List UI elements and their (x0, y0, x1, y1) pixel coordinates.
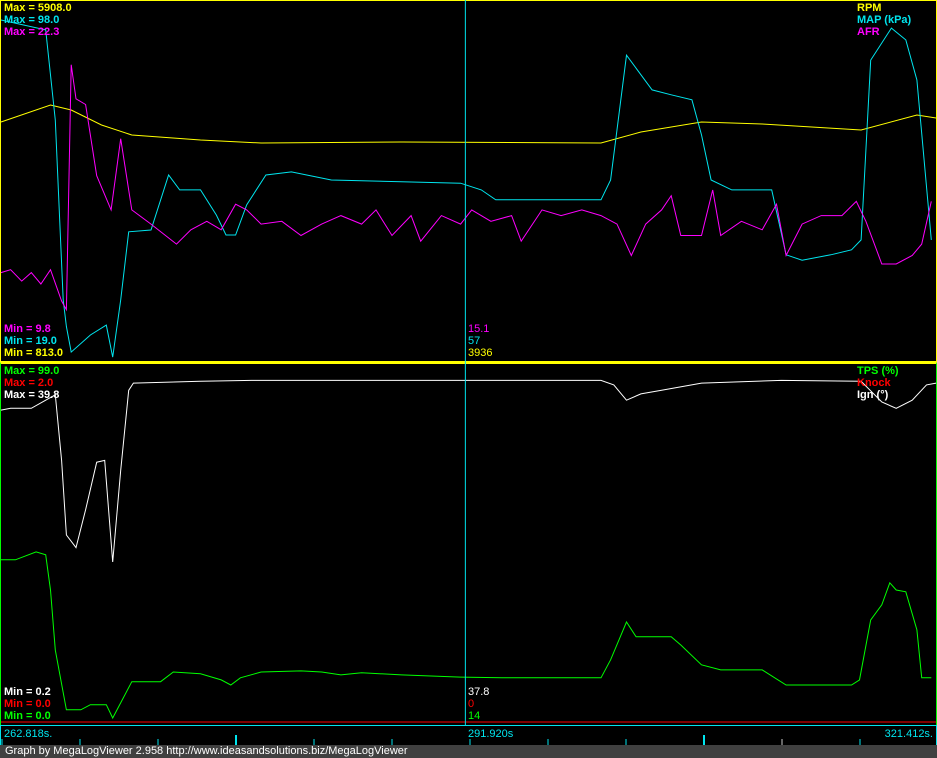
afr-max-label: Max = 22.3 (4, 26, 60, 38)
map-max-label: Max = 98.0 (4, 14, 60, 26)
footer-credit: Graph by MegaLogViewer 2.958 http://www.… (0, 745, 937, 758)
afr-line (0, 64, 932, 312)
ign-line (0, 379, 937, 563)
knock-legend[interactable]: Knock (857, 377, 891, 389)
afr-cursor-value: 15.1 (468, 323, 490, 335)
map-legend[interactable]: MAP (kPa) (857, 14, 911, 26)
tps-cursor-value: 14 (468, 710, 481, 722)
tps-max-label: Max = 99.0 (4, 365, 60, 377)
tps-legend[interactable]: TPS (%) (857, 365, 899, 377)
cursor-time-label: 291.920s (468, 728, 514, 740)
tps-min-label: Min = 0.0 (4, 710, 51, 722)
afr-legend[interactable]: AFR (857, 26, 880, 38)
axis-end-label: 321.412s. (884, 728, 933, 740)
rpm-legend[interactable]: RPM (857, 2, 881, 14)
plot-canvas[interactable] (0, 0, 937, 726)
map-min-label: Min = 19.0 (4, 335, 57, 347)
afr-min-label: Min = 9.8 (4, 323, 51, 335)
ign-cursor-value: 37.8 (468, 686, 490, 698)
rpm-max-label: Max = 5908.0 (4, 2, 72, 14)
time-axis[interactable]: 262.818s. 291.920s 321.412s. (0, 725, 937, 746)
map-kpa-line (0, 19, 932, 358)
ign-legend[interactable]: Ign (°) (857, 389, 888, 401)
rpm-line (0, 104, 937, 144)
rpm-min-label: Min = 813.0 (4, 347, 64, 359)
knock-min-label: Min = 0.0 (4, 698, 51, 710)
map-cursor-value: 57 (468, 335, 481, 347)
tps-line (1, 551, 932, 720)
ign-min-label: Min = 0.2 (4, 686, 51, 698)
knock-max-label: Max = 2.0 (4, 377, 54, 389)
rpm-cursor-value: 3936 (468, 347, 493, 359)
ign-max-label: Max = 39.8 (4, 389, 60, 401)
axis-start-label: 262.818s. (4, 728, 53, 740)
knock-cursor-value: 0 (468, 698, 475, 710)
